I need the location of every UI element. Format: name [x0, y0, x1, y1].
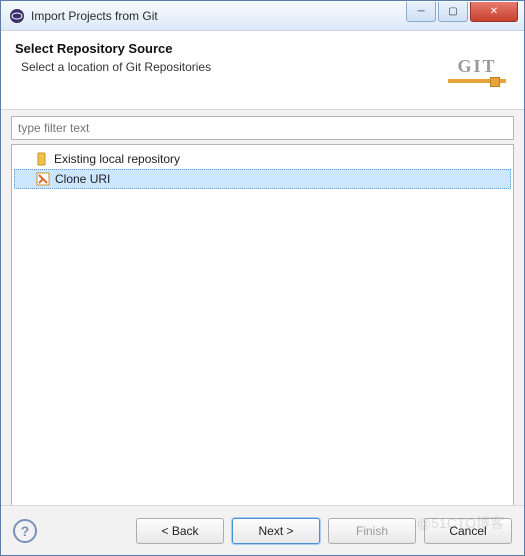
tree-item-existing-local[interactable]: Existing local repository — [14, 149, 511, 169]
back-button[interactable]: < Back — [136, 518, 224, 544]
tree-item-label: Clone URI — [55, 172, 110, 186]
repo-icon — [34, 151, 50, 167]
finish-button[interactable]: Finish — [328, 518, 416, 544]
wizard-header: Select Repository Source Select a locati… — [1, 31, 524, 110]
window-title: Import Projects from Git — [31, 9, 406, 23]
cancel-button[interactable]: Cancel — [424, 518, 512, 544]
titlebar: Import Projects from Git ─ ▢ ✕ — [1, 1, 524, 31]
tree-item-clone-uri[interactable]: Clone URI — [14, 169, 511, 189]
eclipse-icon — [9, 8, 25, 24]
help-icon[interactable]: ? — [13, 519, 37, 543]
maximize-button[interactable]: ▢ — [438, 2, 468, 22]
page-subtitle: Select a location of Git Repositories — [15, 60, 444, 74]
tree-item-label: Existing local repository — [54, 152, 180, 166]
minimize-button[interactable]: ─ — [406, 2, 436, 22]
close-button[interactable]: ✕ — [470, 2, 518, 22]
git-logo: GIT — [444, 41, 510, 97]
filter-input[interactable] — [11, 116, 514, 140]
clone-icon — [35, 171, 51, 187]
next-button[interactable]: Next > — [232, 518, 320, 544]
window-controls: ─ ▢ ✕ — [406, 2, 524, 22]
page-title: Select Repository Source — [15, 41, 444, 56]
repository-source-tree[interactable]: Existing local repository Clone URI — [11, 144, 514, 514]
wizard-footer: ? < Back Next > Finish Cancel — [1, 505, 524, 555]
